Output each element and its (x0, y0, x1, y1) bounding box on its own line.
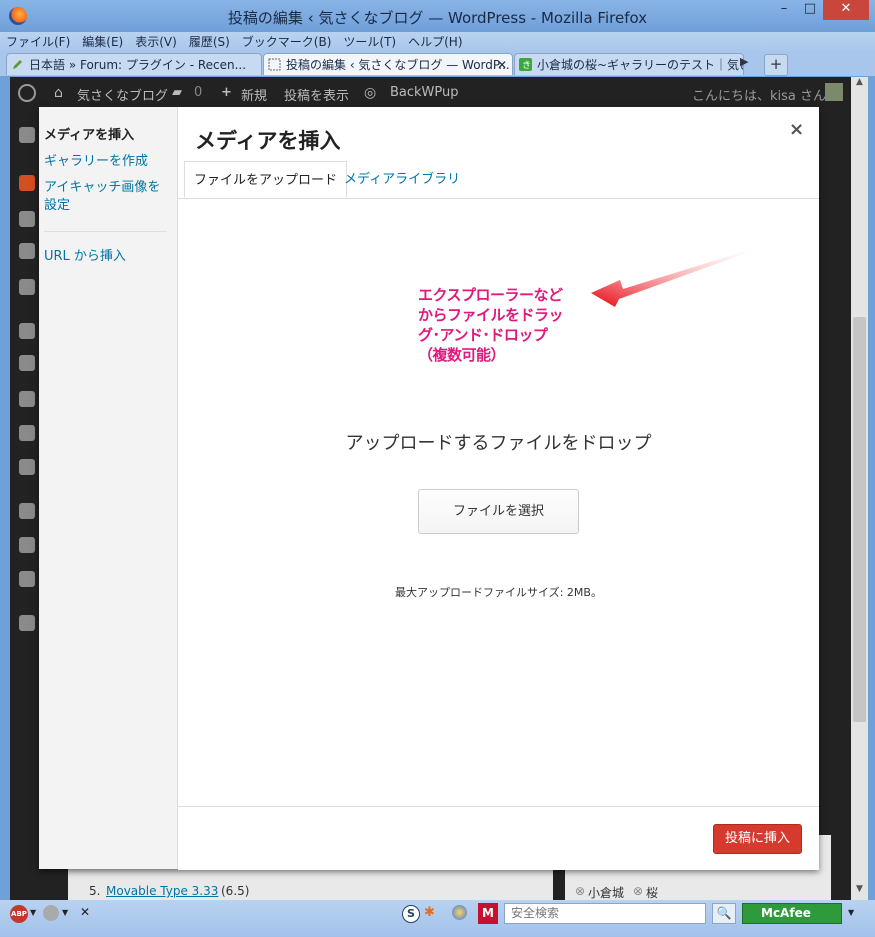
tab-label: 小倉城の桜~ギャラリーのテスト｜気さ... (537, 58, 744, 72)
stats-icon[interactable] (19, 537, 35, 553)
close-icon[interactable]: ✕ (80, 905, 90, 919)
list-number: 5. (89, 884, 101, 898)
menu-bar: ファイル(F) 編集(E) 表示(V) 履歴(S) ブックマーク(B) ツール(… (0, 32, 875, 52)
tag-label: 桜 (646, 886, 659, 900)
import-icon[interactable] (19, 459, 35, 475)
menu-bookmarks[interactable]: ブックマーク(B) (236, 32, 338, 50)
tab-media-library[interactable]: メディアライブラリ (335, 161, 469, 198)
comments-icon[interactable]: ▰ (172, 85, 182, 100)
tab-forum[interactable]: 日本語 » Forum: プラグイン - Recen... (6, 53, 262, 75)
settings-icon[interactable] (19, 503, 35, 519)
close-tab-icon[interactable]: ✕ (497, 54, 507, 75)
menu-edit[interactable]: 編集(E) (76, 32, 129, 50)
list-count: (6.5) (221, 884, 250, 898)
search-icon[interactable]: 🔍 (712, 903, 736, 924)
menu-set-featured-image[interactable]: アイキャッチ画像を設定 (44, 179, 172, 215)
comments-count[interactable]: 0 (194, 85, 202, 100)
view-post-link[interactable]: 投稿を表示 (284, 85, 349, 104)
window-controls: – □ ✕ (771, 0, 869, 20)
backwpup-icon: ◎ (364, 85, 377, 101)
insert-into-post-button[interactable]: 投稿に挿入 (713, 824, 802, 854)
max-upload-size: 最大アップロードファイルサイズ: 2MB。 (395, 586, 602, 599)
media-icon[interactable] (19, 211, 35, 227)
status-bar: ABP ▼ ▼ ✕ S ✱ M 安全検索 🔍 McAfee ▼ (0, 900, 875, 937)
pencil-icon (13, 60, 22, 69)
annotation-arrow-icon (591, 249, 752, 307)
remove-tag-icon[interactable]: ⊗ (633, 884, 643, 898)
avatar[interactable] (825, 83, 843, 101)
scroll-down-icon[interactable]: ▼ (851, 884, 868, 900)
chevron-down-icon[interactable]: ▼ (848, 908, 854, 917)
dashboard-icon[interactable] (19, 127, 35, 143)
menu-insert-from-url[interactable]: URL から挿入 (44, 248, 172, 266)
drop-instructions: アップロードするファイルをドロップ (345, 433, 652, 454)
media-modal-menu: メディアを挿入 ギャラリーを作成 アイキャッチ画像を設定 URL から挿入 (39, 107, 178, 869)
home-icon: ⌂ (54, 85, 63, 101)
minimize-button[interactable]: – (771, 0, 797, 20)
wordpress-menu-icon[interactable] (19, 571, 35, 587)
loading-icon (268, 58, 281, 71)
menu-help[interactable]: ヘルプ(H) (402, 32, 468, 50)
window-title: 投稿の編集 ‹ 気さくなブログ — WordPress - Mozilla Fi… (227, 9, 648, 27)
mcafee-shield-icon[interactable]: M (478, 903, 498, 924)
menu-create-gallery[interactable]: ギャラリーを作成 (44, 153, 172, 171)
plugins-icon[interactable] (19, 355, 35, 371)
tab-bar: 日本語 » Forum: プラグイン - Recen... 投稿の編集 ‹ 気さ… (0, 52, 875, 76)
pin-icon[interactable] (19, 175, 35, 191)
chevron-down-icon[interactable]: ▼ (30, 908, 36, 917)
tag-label: 小倉城 (588, 886, 625, 900)
page-scrollbar[interactable]: ▲ ▼ (851, 77, 868, 900)
modal-title: メディアを挿入 (195, 129, 341, 153)
svg-text:き: き (522, 60, 531, 71)
wordpress-logo-icon[interactable] (18, 84, 36, 102)
media-router: ファイルをアップロード メディアライブラリ (178, 161, 819, 199)
addon-icon[interactable]: ✱ (424, 905, 435, 920)
menu-separator (44, 231, 167, 232)
tab-label: 投稿の編集 ‹ 気さくなブログ — WordP... (286, 58, 510, 72)
comments-menu-icon[interactable] (19, 279, 35, 295)
play-icon[interactable] (19, 615, 35, 631)
tab-gallery[interactable]: き 小倉城の桜~ギャラリーのテスト｜気さ... (514, 53, 744, 75)
menu-insert-media[interactable]: メディアを挿入 (44, 127, 172, 145)
chevron-down-icon[interactable]: ▼ (62, 908, 68, 917)
backwpup-link[interactable]: BackWPup (390, 85, 459, 100)
users-icon[interactable] (19, 391, 35, 407)
new-tab-button[interactable]: + (764, 54, 788, 76)
tab-upload-files[interactable]: ファイルをアップロード (184, 161, 348, 198)
menu-history[interactable]: 履歴(S) (183, 32, 236, 50)
appearance-icon[interactable] (19, 323, 35, 339)
menu-tools[interactable]: ツール(T) (337, 32, 402, 50)
user-greeting[interactable]: こんにちは、kisa さん ! (692, 85, 835, 104)
scrollbar-thumb[interactable] (853, 317, 866, 722)
tab-label: 日本語 » Forum: プラグイン - Recen... (29, 58, 247, 72)
adblock-icon[interactable]: ABP (10, 905, 28, 923)
mcafee-button[interactable]: McAfee (742, 903, 842, 924)
maximize-button[interactable]: □ (797, 0, 823, 20)
close-window-button[interactable]: ✕ (823, 0, 869, 20)
globe-icon[interactable] (452, 905, 467, 920)
menu-file[interactable]: ファイル(F) (0, 32, 76, 50)
scroll-up-icon[interactable]: ▲ (851, 77, 868, 93)
plus-icon: + (221, 85, 232, 100)
annotation-text: エクスプローラーなどからファイルをドラッグ･アンド･ドロップ（複数可能） (418, 286, 564, 364)
skype-icon[interactable]: S (402, 905, 420, 923)
tab-edit-post[interactable]: 投稿の編集 ‹ 気さくなブログ — WordP... ✕ (263, 53, 513, 75)
site-favicon-icon: き (519, 58, 532, 71)
window-titlebar: 投稿の編集 ‹ 気さくなブログ — WordPress - Mozilla Fi… (0, 0, 875, 32)
tab-scroll-icon[interactable]: ▶ (740, 55, 748, 68)
tools-icon[interactable] (19, 425, 35, 441)
media-modal: メディアを挿入 ギャラリーを作成 アイキャッチ画像を設定 URL から挿入 メデ… (39, 107, 819, 870)
remove-tag-icon[interactable]: ⊗ (575, 884, 585, 898)
menu-view[interactable]: 表示(V) (129, 32, 183, 50)
site-name-link[interactable]: 気さくなブログ (77, 85, 168, 104)
pages-icon[interactable] (19, 243, 35, 259)
select-files-button[interactable]: ファイルを選択 (418, 489, 579, 534)
search-input[interactable]: 安全検索 (504, 903, 706, 924)
new-content-link[interactable]: 新規 (241, 85, 267, 104)
settings-addon-icon[interactable] (43, 905, 59, 921)
wp-admin-bar: ⌂ 気さくなブログ ▰ 0 + 新規 投稿を表示 ◎ BackWPup こんにち… (10, 77, 851, 109)
list-link[interactable]: Movable Type 3.33 (106, 884, 218, 898)
media-toolbar: 投稿に挿入 (178, 806, 819, 870)
close-icon[interactable]: × (789, 119, 804, 140)
